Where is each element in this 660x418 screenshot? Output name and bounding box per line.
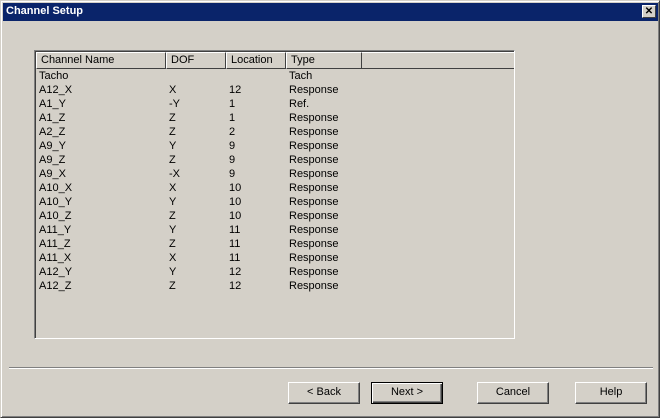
- cell-dof: Z: [169, 154, 176, 166]
- table-row[interactable]: A11_X X 11 Response: [36, 252, 514, 265]
- cell-type: Response: [289, 210, 339, 222]
- cell-location: 9: [229, 154, 236, 166]
- cell-type: Response: [289, 154, 339, 166]
- cell-dof: Z: [169, 126, 176, 138]
- cell-channel-name: A12_X: [39, 84, 73, 96]
- cell-type: Response: [289, 196, 339, 208]
- column-header-type[interactable]: Type: [286, 52, 362, 69]
- help-button[interactable]: Help: [575, 382, 647, 404]
- table-row[interactable]: A10_Y Y 10 Response: [36, 196, 514, 209]
- cell-channel-name: A10_Y: [39, 196, 73, 208]
- column-header-row: Channel Name DOF Location Type: [36, 52, 514, 69]
- cell-type: Response: [289, 266, 339, 278]
- table-row[interactable]: A9_Y Y 9 Response: [36, 140, 514, 153]
- channel-list[interactable]: Channel Name DOF Location Type Tacho Tach…: [34, 50, 515, 339]
- divider: [9, 367, 653, 369]
- cell-dof: X: [169, 182, 177, 194]
- table-row[interactable]: A9_X -X 9 Response: [36, 168, 514, 181]
- table-row[interactable]: A12_Z Z 12 Response: [36, 280, 514, 293]
- cell-type: Response: [289, 140, 339, 152]
- column-header-filler: [362, 52, 514, 69]
- cell-location: 9: [229, 168, 236, 180]
- close-button[interactable]: ✕: [642, 5, 656, 18]
- table-row[interactable]: A11_Y Y 11 Response: [36, 224, 514, 237]
- cell-location: 1: [229, 112, 236, 124]
- cell-type: Response: [289, 182, 339, 194]
- cell-location: 2: [229, 126, 236, 138]
- cell-channel-name: A9_Y: [39, 140, 66, 152]
- cell-dof: Z: [169, 112, 176, 124]
- cell-type: Response: [289, 112, 339, 124]
- cell-type: Response: [289, 168, 339, 180]
- cell-location: 10: [229, 210, 242, 222]
- cell-location: 12: [229, 266, 242, 278]
- cell-location: 10: [229, 182, 242, 194]
- title-bar: Channel Setup ✕: [3, 3, 658, 21]
- cell-channel-name: A9_Z: [39, 154, 66, 166]
- cancel-button[interactable]: Cancel: [477, 382, 549, 404]
- column-header-dof[interactable]: DOF: [166, 52, 226, 69]
- cell-type: Ref.: [289, 98, 310, 110]
- channel-setup-dialog: Channel Setup ✕ Channel Name DOF Locatio…: [0, 0, 660, 418]
- cell-location: 12: [229, 280, 242, 292]
- cell-type: Response: [289, 238, 339, 250]
- cell-dof: Y: [169, 140, 177, 152]
- cell-dof: Y: [169, 266, 177, 278]
- table-row[interactable]: A1_Y -Y 1 Ref.: [36, 98, 514, 111]
- column-header-location[interactable]: Location: [226, 52, 286, 69]
- cell-channel-name: A11_Y: [39, 224, 72, 236]
- table-row[interactable]: Tacho Tach: [36, 70, 514, 83]
- cell-dof: Z: [169, 238, 176, 250]
- table-row[interactable]: A1_Z Z 1 Response: [36, 112, 514, 125]
- next-button[interactable]: Next >: [371, 382, 443, 404]
- cell-location: 11: [229, 252, 241, 264]
- cell-channel-name: Tacho: [39, 70, 69, 82]
- cell-dof: Z: [169, 210, 176, 222]
- cell-type: Response: [289, 126, 339, 138]
- cell-dof: Z: [169, 280, 176, 292]
- cell-channel-name: A10_Z: [39, 210, 72, 222]
- cell-channel-name: A1_Z: [39, 112, 66, 124]
- cell-dof: Y: [169, 224, 177, 236]
- cell-channel-name: A12_Y: [39, 266, 73, 278]
- close-icon: ✕: [644, 6, 654, 17]
- table-row[interactable]: A11_Z Z 11 Response: [36, 238, 514, 251]
- cell-location: 11: [229, 238, 241, 250]
- cell-location: 9: [229, 140, 236, 152]
- cell-dof: Y: [169, 196, 177, 208]
- cell-dof: X: [169, 252, 177, 264]
- cell-dof: X: [169, 84, 177, 96]
- cell-channel-name: A10_X: [39, 182, 73, 194]
- cell-location: 12: [229, 84, 242, 96]
- cell-channel-name: A11_Z: [39, 238, 71, 250]
- cell-dof: -Y: [169, 98, 180, 110]
- table-row[interactable]: A9_Z Z 9 Response: [36, 154, 514, 167]
- cell-channel-name: A9_X: [39, 168, 66, 180]
- cell-type: Response: [289, 224, 339, 236]
- cell-channel-name: A2_Z: [39, 126, 66, 138]
- cell-location: 10: [229, 196, 242, 208]
- table-row[interactable]: A10_Z Z 10 Response: [36, 210, 514, 223]
- cell-location: 11: [229, 224, 241, 236]
- cell-dof: -X: [169, 168, 180, 180]
- column-header-channel-name[interactable]: Channel Name: [36, 52, 166, 69]
- cell-type: Response: [289, 84, 339, 96]
- table-row[interactable]: A10_X X 10 Response: [36, 182, 514, 195]
- table-row[interactable]: A12_X X 12 Response: [36, 84, 514, 97]
- window-title: Channel Setup: [6, 5, 84, 17]
- cell-type: Response: [289, 252, 339, 264]
- cell-type: Tach: [289, 70, 313, 82]
- cell-channel-name: A12_Z: [39, 280, 72, 292]
- back-button[interactable]: < Back: [288, 382, 360, 404]
- cell-location: 1: [229, 98, 236, 110]
- table-row[interactable]: A2_Z Z 2 Response: [36, 126, 514, 139]
- cell-type: Response: [289, 280, 339, 292]
- table-row[interactable]: A12_Y Y 12 Response: [36, 266, 514, 279]
- cell-channel-name: A11_X: [39, 252, 72, 264]
- cell-channel-name: A1_Y: [39, 98, 66, 110]
